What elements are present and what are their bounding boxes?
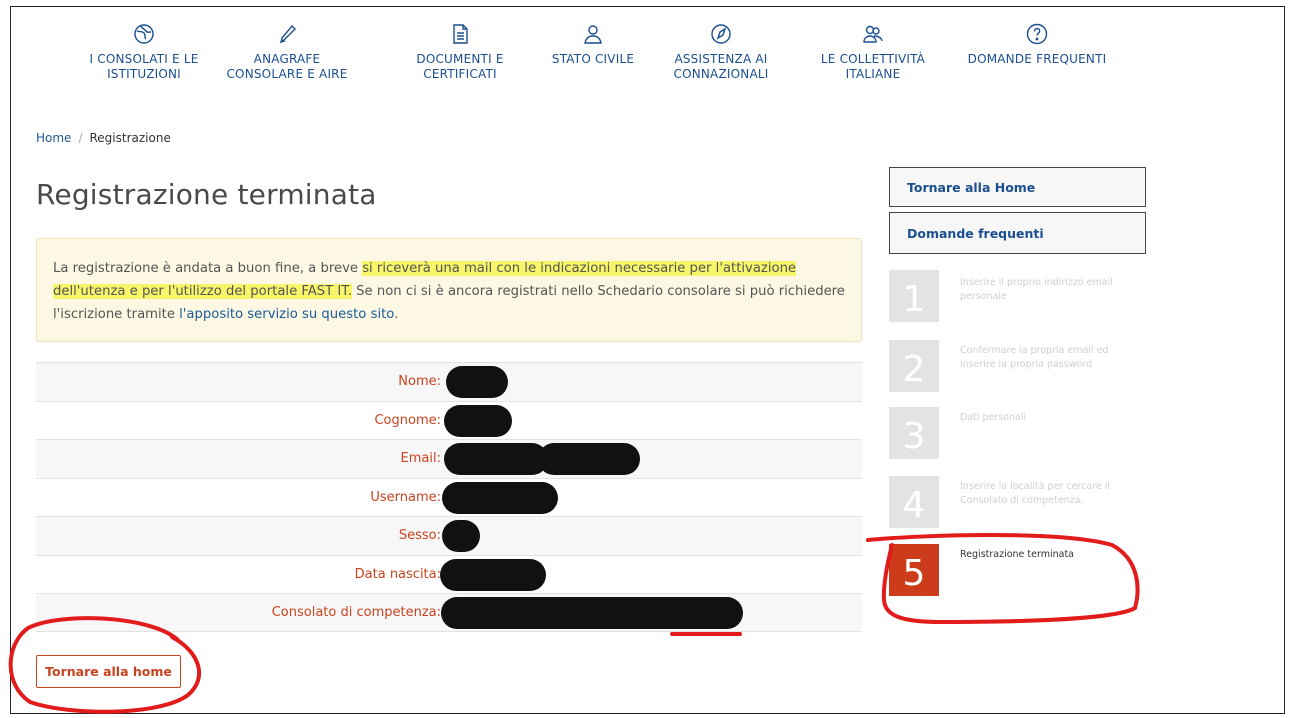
field-label: Consolato di competenza:: [271, 604, 441, 620]
nav-label: ANAGRAFE: [253, 52, 321, 66]
nav-collettivita[interactable]: LE COLLETTIVITÀ ITALIANE: [812, 22, 934, 82]
field-label: Username:: [370, 489, 441, 505]
redacted-value: [441, 597, 743, 629]
nav-documenti[interactable]: DOCUMENTI E CERTIFICATI: [410, 22, 510, 82]
redacted-value: [538, 443, 640, 475]
step-text: Inserire il proprio indirizzo email pers…: [960, 277, 1113, 302]
alert-service-link[interactable]: l'apposito servizio su questo sito: [179, 307, 394, 322]
field-label: Data nascita:: [354, 566, 441, 582]
nav-label: ISTITUZIONI: [107, 67, 181, 81]
breadcrumb-home[interactable]: Home: [36, 131, 71, 145]
sidebar-faq-button[interactable]: Domande frequenti: [889, 212, 1146, 254]
step-number: 1: [889, 270, 939, 322]
step-text: Inserire la località per cercare il Cons…: [960, 481, 1110, 506]
table-row: Data nascita:: [36, 554, 862, 594]
field-label: Sesso:: [398, 528, 441, 544]
document-icon: [448, 22, 472, 46]
table-row: Sesso:: [36, 516, 862, 555]
page-title: Registrazione terminata: [36, 178, 377, 211]
registration-details-table: Nome: Cognome: Email: Username: Sesso: D…: [36, 362, 862, 632]
redacted-value: [444, 443, 548, 475]
alert-highlight: si riceverà una mail con le indicazioni …: [362, 261, 797, 276]
nav-label: CONNAZIONALI: [673, 67, 769, 81]
redacted-value: [446, 366, 508, 398]
nav-label: ASSISTENZA AI: [674, 52, 768, 66]
success-alert: La registrazione è andata a buon fine, a…: [36, 238, 862, 342]
globe-icon: [132, 22, 156, 46]
sidebar-home-button[interactable]: Tornare alla Home: [889, 167, 1146, 207]
return-home-button[interactable]: Tornare alla home: [36, 655, 181, 688]
breadcrumb-separator: /: [78, 131, 83, 145]
field-label: Email:: [400, 451, 441, 467]
redacted-value: [444, 404, 512, 437]
step-text: Confermare la propria email ed inserire …: [960, 345, 1109, 370]
table-row: Email:: [36, 439, 862, 478]
nav-consolati[interactable]: I CONSOLATI E LE ISTITUZIONI: [80, 22, 208, 82]
redacted-value: [440, 558, 546, 591]
step-number: 5: [889, 544, 939, 596]
nav-label: CONSOLARE E AIRE: [226, 67, 348, 81]
nav-label: CERTIFICATI: [423, 67, 497, 81]
question-icon: [1025, 22, 1049, 46]
nav-label: DOCUMENTI E: [416, 52, 504, 66]
breadcrumb-current: Registrazione: [89, 131, 171, 145]
field-label: Nome:: [398, 374, 441, 390]
field-label: Cognome:: [374, 412, 441, 428]
people-icon: [861, 22, 885, 46]
step-number: 4: [889, 476, 939, 528]
compass-icon: [709, 22, 733, 46]
alert-highlight: dell'utenza e per l'utilizzo del portale…: [53, 284, 352, 299]
table-row: Cognome:: [36, 400, 862, 440]
nav-label: LE COLLETTIVITÀ: [820, 52, 926, 66]
table-row: Username:: [36, 477, 862, 517]
redacted-value: [442, 481, 558, 514]
alert-text: .: [394, 307, 399, 322]
step-text: Registrazione terminata: [960, 549, 1075, 560]
nav-anagrafe[interactable]: ANAGRAFE CONSOLARE E AIRE: [222, 22, 352, 82]
person-icon: [581, 22, 605, 46]
step-number: 2: [889, 340, 939, 392]
table-row: Nome:: [36, 362, 862, 401]
breadcrumb: Home / Registrazione: [36, 131, 171, 145]
step-text: Dati personali: [960, 412, 1027, 423]
nav-label: I CONSOLATI E LE: [89, 52, 199, 66]
nav-label: STATO CIVILE: [551, 52, 635, 66]
redacted-value: [442, 520, 480, 552]
nav-label: DOMANDE FREQUENTI: [967, 52, 1107, 66]
alert-text: La registrazione è andata a buon fine, a…: [53, 261, 363, 276]
table-row: Consolato di competenza:: [36, 593, 862, 632]
nav-assistenza[interactable]: ASSISTENZA AI CONNAZIONALI: [662, 22, 780, 82]
pencil-icon: [275, 22, 299, 46]
nav-domande-frequenti[interactable]: DOMANDE FREQUENTI: [955, 22, 1119, 67]
step-number: 3: [889, 407, 939, 459]
nav-stato-civile[interactable]: STATO CIVILE: [544, 22, 642, 67]
nav-label: ITALIANE: [845, 67, 901, 81]
